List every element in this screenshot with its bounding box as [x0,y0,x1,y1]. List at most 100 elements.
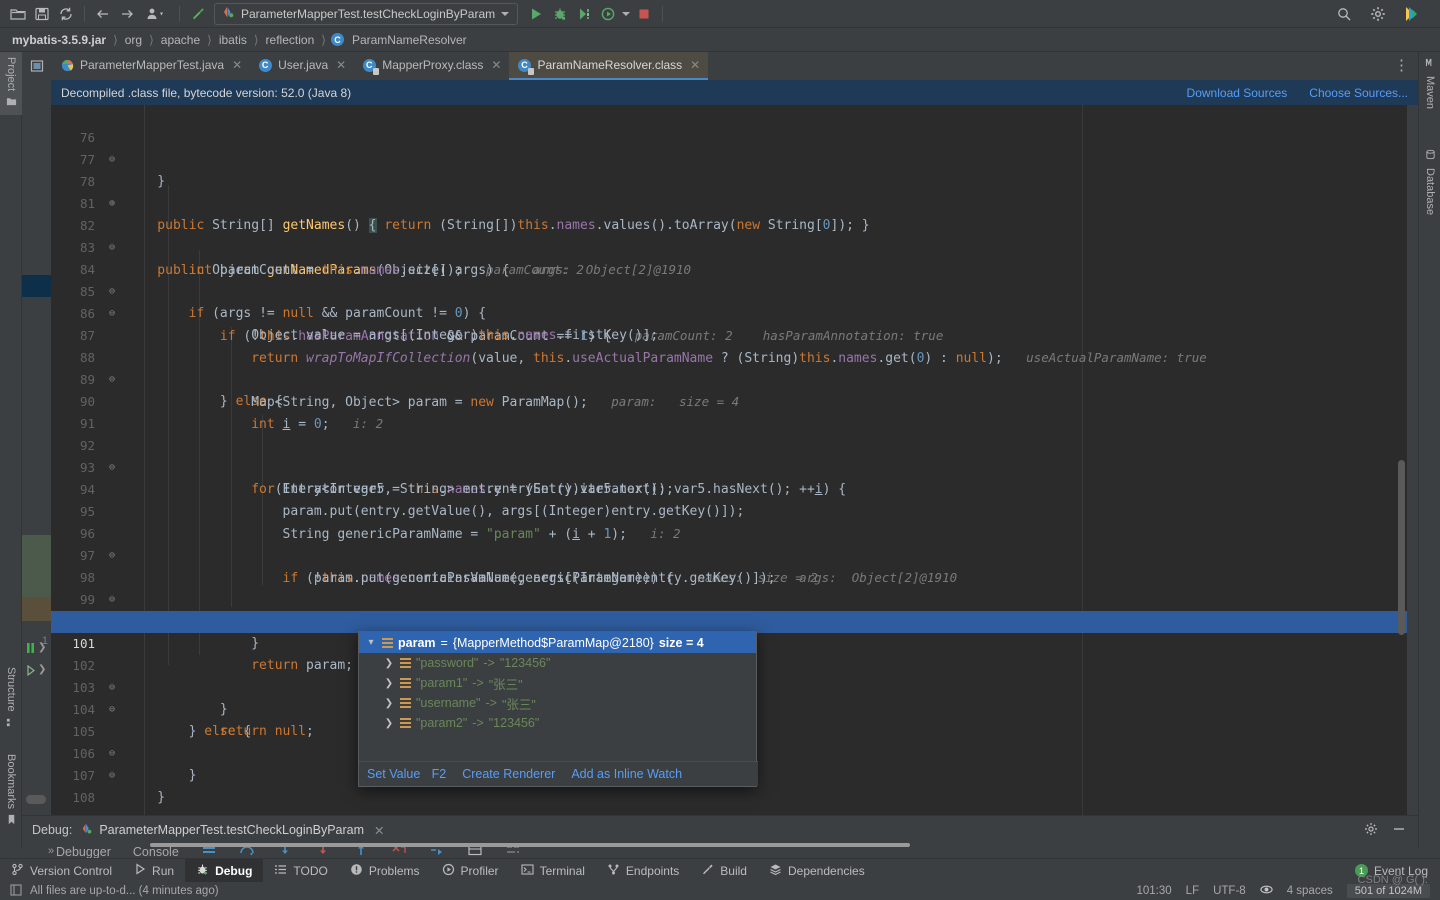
sidebar-item-maven[interactable]: Maven [1419,52,1440,114]
breadcrumb-item-5[interactable]: ParamNameResolver [350,33,469,47]
gear-icon[interactable] [1364,822,1378,839]
chevron-right-icon[interactable]: ❯ [383,698,395,709]
breadcrumb-item-3[interactable]: ibatis [217,33,249,47]
set-value-link[interactable]: Set Value [367,767,420,781]
chevron-right-icon[interactable]: ❯ [383,718,395,729]
code-line-109[interactable]: 109 ParamMap map; [51,787,1407,815]
popup-entry-row[interactable]: ❯ "param1" -> "张三" [359,673,756,693]
code-line-82[interactable]: 82 ⊖ public Object getNamedParams(Object… [51,193,1407,278]
caret-position[interactable]: 101:30 [1136,885,1171,897]
run-button[interactable] [524,3,548,25]
editor-settings-icon[interactable] [22,52,52,80]
close-icon[interactable]: ✕ [374,823,384,838]
bottom-item-dependencies[interactable]: Dependencies [758,859,876,883]
event-log-label[interactable]: Event Log [1374,864,1428,878]
code-line-90[interactable]: 90 int i = 0; i: 2 [51,369,1407,432]
breadcrumb-item-4[interactable]: reflection [264,33,317,47]
code-line-84[interactable]: 84 ⊖ if (args != null && paramCount != 0… [51,237,1407,321]
add-inline-watch-link[interactable]: Add as Inline Watch [571,767,682,781]
minimize-icon[interactable] [1392,822,1406,839]
more-options-icon[interactable]: ⋮ [1394,58,1410,73]
code-line-100[interactable]: 100 [51,589,1407,629]
code-line-78[interactable]: 78 ⊕ public String[] getNames() { return… [51,149,1407,233]
sidebar-item-bookmarks[interactable]: Bookmarks [0,749,22,833]
debug-overflow-chevron-icon[interactable]: » [48,845,54,857]
breadcrumb-item-1[interactable]: org [123,33,144,47]
create-renderer-link[interactable]: Create Renderer [462,767,555,781]
indent-setting[interactable]: 4 spaces [1287,885,1333,897]
code-line-87[interactable]: 87 return wrapToMapIfCollection(value, t… [51,303,1407,366]
search-icon[interactable] [1332,3,1356,25]
file-encoding[interactable]: UTF-8 [1213,885,1246,897]
build-hammer-icon[interactable] [186,3,210,25]
chevron-down-icon[interactable]: ▾ [365,637,377,648]
bottom-item-run[interactable]: Run [123,859,185,883]
chevron-down-icon[interactable] [501,11,510,16]
code-line-85[interactable]: 85 ⊖ if (!this.hasParamAnnotation && par… [51,259,1407,344]
gear-icon[interactable] [1366,3,1390,25]
run-with-coverage-button[interactable] [572,3,596,25]
event-log-group[interactable]: 1 Event Log [1354,864,1440,878]
code-line-95[interactable]: 95 String genericParamName = "param" + (… [51,479,1407,542]
code-line-89[interactable]: 89 Map<String, Object> param = new Param… [51,347,1407,410]
sync-icon[interactable] [54,3,78,25]
code-line-98[interactable]: 98 ⊖ } [51,545,1407,629]
memory-indicator[interactable]: 501 of 1024M [1346,884,1430,898]
code-line-81[interactable]: 81 [51,171,1407,211]
eye-icon[interactable] [1260,883,1273,899]
profile-dropdown-icon[interactable] [620,3,632,25]
close-icon[interactable]: ✕ [336,58,346,72]
save-all-icon[interactable] [30,3,54,25]
code-line-77[interactable]: 77 [51,127,1407,167]
tab-mapperproxy-class[interactable]: C MapperProxy.class ✕ [354,52,509,80]
sidebar-item-project[interactable]: Project [0,52,22,116]
bottom-item-profiler[interactable]: Profiler [431,859,510,883]
close-icon[interactable]: ✕ [690,58,700,72]
code-line-96[interactable]: 96 ⊖ if (!this.names.containsValue(gener… [51,501,1407,586]
breadcrumb-item-2[interactable]: apache [159,33,202,47]
bottom-item-endpoints[interactable]: Endpoints [596,859,690,883]
download-sources-link[interactable]: Download Sources [1187,86,1288,100]
bottom-item-terminal[interactable]: Terminal [510,859,596,883]
debug-value-popup[interactable]: ▾ param = {MapperMethod$ParamMap@2180} s… [358,631,758,787]
popup-root-row[interactable]: ▾ param = {MapperMethod$ParamMap@2180} s… [359,632,756,653]
popup-entry-row[interactable]: ❯ "param2" -> "123456" [359,713,756,733]
profile-button[interactable] [596,3,620,25]
bottom-item-build[interactable]: Build [690,859,758,883]
code-line-86[interactable]: 86 Object value = args[(Integer)this.nam… [51,281,1407,343]
tab-user-java[interactable]: C User.java ✕ [250,52,354,80]
code-line-91[interactable]: 91 [51,391,1407,431]
stop-button[interactable] [632,3,656,25]
tab-parametermappertest-java[interactable]: ParameterMapperTest.java ✕ [52,52,250,80]
popup-entry-row[interactable]: ❯ "username" -> "张三" [359,693,756,713]
editor-scrollbar-thumb[interactable] [1398,460,1405,635]
bottom-item-version-control[interactable]: Version Control [0,859,123,883]
popup-entry-row[interactable]: ❯ "password" -> "123456" [359,653,756,673]
sidebar-item-database[interactable]: Database [1419,144,1440,220]
profiler-toolbar-icon[interactable] [139,3,173,25]
ide-services-icon[interactable] [1400,3,1424,25]
debug-button[interactable] [548,3,572,25]
back-arrow-icon[interactable] [91,3,115,25]
line-separator[interactable]: LF [1186,885,1199,897]
debug-window-hscrollbar[interactable] [150,843,910,847]
code-line-94[interactable]: 94 param.put(entry.getValue(), args[(Int… [51,457,1407,519]
run-configuration-selector[interactable]: ParameterMapperTest.testCheckLoginByPara… [214,2,519,25]
choose-sources-link[interactable]: Choose Sources... [1309,86,1408,100]
code-line-83[interactable]: 83 int paramCount = this.names.size(); p… [51,215,1407,278]
debug-session-tab[interactable]: ParameterMapperTest.testCheckLoginByPara… [80,822,385,838]
close-icon[interactable]: ✕ [232,58,242,72]
breadcrumb-item-0[interactable]: mybatis-3.5.9.jar [10,33,108,47]
bottom-item-problems[interactable]: Problems [339,859,431,883]
code-line-97[interactable]: 97 param.put(genericParamName, args[(Int… [51,523,1407,586]
open-folder-icon[interactable] [6,3,30,25]
chevron-right-icon[interactable]: ❯ [383,678,395,689]
forward-arrow-icon[interactable] [115,3,139,25]
code-line-92[interactable]: 92 ⊖ for(Iterator var5 = this.names.entr… [51,413,1407,497]
chevron-right-icon[interactable]: ❯ [383,658,395,669]
code-line-101-current[interactable]: 101 return param; param: size = 4 [51,611,1407,673]
code-line-93[interactable]: 93 Entry<Integer, String> entry = (Entry… [51,435,1407,497]
sidebar-item-structure[interactable]: Structure [0,662,22,736]
tab-paramnameresolver-class[interactable]: C ParamNameResolver.class ✕ [509,52,709,80]
tab-debugger[interactable]: Debugger [56,845,111,859]
